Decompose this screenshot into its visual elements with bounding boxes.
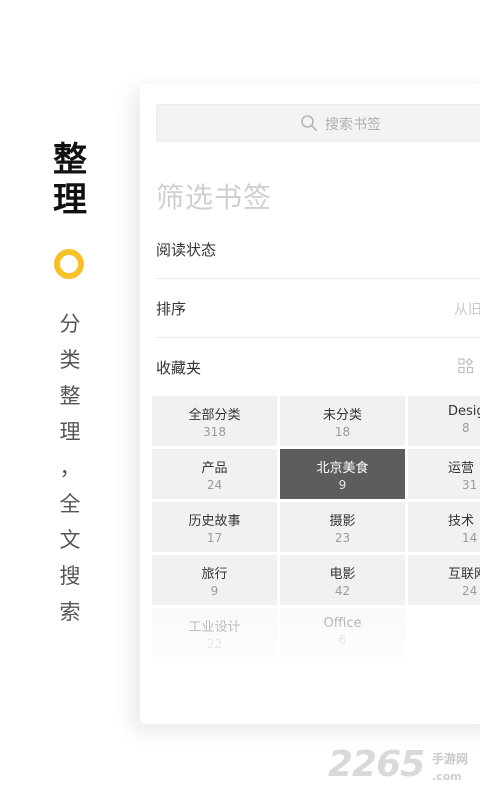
promo-subtitle-char: 分 <box>59 312 81 336</box>
folder-cell[interactable]: 工业设计 22 <box>152 608 277 658</box>
folder-count: 14 <box>462 531 478 545</box>
search-icon <box>301 115 317 131</box>
search-placeholder: 搜索书签 <box>325 117 381 133</box>
folder-count: 8 <box>462 421 470 435</box>
folder-cell[interactable]: 电影 42 <box>280 555 405 605</box>
folder-cell[interactable]: 产品 24 <box>152 449 277 499</box>
filter-row-folders[interactable]: 收藏夹 <box>156 338 480 396</box>
folder-cell[interactable]: 未分类 18 <box>280 396 405 446</box>
folder-cell[interactable]: 运营 31 <box>408 449 480 499</box>
promo-subtitle-char: 搜 <box>59 564 81 588</box>
folder-name: 工业设计 <box>188 620 241 635</box>
folder-cell[interactable]: 技术 14 <box>408 502 480 552</box>
folder-name: 技术 <box>448 514 475 529</box>
folder-count: 18 <box>334 425 351 439</box>
folder-cell[interactable]: 全部分类 318 <box>152 396 277 446</box>
app-screen: 搜索书签 筛选书签 阅读状态 排序 从旧 收藏夹 全部分类 318 未分类 18… <box>140 84 480 724</box>
folder-name: 电影 <box>329 567 356 582</box>
folder-cell[interactable]: 摄影 23 <box>280 502 405 552</box>
folder-count: 9 <box>210 584 219 598</box>
folder-name: 全部分类 <box>188 408 241 423</box>
folder-cell[interactable]: 历史故事 17 <box>152 502 277 552</box>
watermark-domain: .com <box>432 770 462 783</box>
folder-count: 23 <box>334 531 351 545</box>
row-label: 排序 <box>156 300 187 318</box>
folder-grid: 全部分类 318 未分类 18 Desig 8 产品 24 北京美食 9 运营 … <box>152 396 480 658</box>
promo-subtitle-char: 索 <box>59 600 81 624</box>
folder-count: 42 <box>334 584 351 598</box>
watermark-logo: 2265 手游网 .com <box>328 744 478 794</box>
row-label: 收藏夹 <box>156 359 202 377</box>
folder-count: 17 <box>206 531 223 545</box>
folder-name: 摄影 <box>329 514 356 529</box>
folder-name: Desig <box>448 404 480 419</box>
folder-name: 运营 <box>448 461 475 476</box>
folder-count: 24 <box>462 584 478 598</box>
filter-row-sort[interactable]: 排序 从旧 <box>156 279 480 338</box>
promo-title: 整 理 <box>50 140 90 220</box>
folder-name: 北京美食 <box>316 461 369 476</box>
promo-title-char: 理 <box>53 180 87 220</box>
sort-value: 从旧 <box>454 302 480 318</box>
search-bar[interactable]: 搜索书签 <box>156 104 480 142</box>
row-label: 阅读状态 <box>156 241 217 259</box>
folder-count: 6 <box>338 633 347 647</box>
folder-count: 9 <box>338 478 347 492</box>
promo-subtitle: 分 类 整 理 ， 全 文 搜 索 <box>55 306 85 630</box>
folder-count: 24 <box>206 478 223 492</box>
folder-name: Office <box>323 616 362 631</box>
folder-name: 未分类 <box>322 408 362 423</box>
folder-count: 318 <box>203 425 226 439</box>
watermark-chinese: 手游网 <box>432 752 469 766</box>
folder-cell[interactable]: Desig 8 <box>408 396 480 446</box>
folder-count: 31 <box>462 478 478 492</box>
folder-name: 旅行 <box>201 567 228 582</box>
folder-cell-selected[interactable]: 北京美食 9 <box>280 449 405 499</box>
folder-name: 历史故事 <box>188 514 241 529</box>
folder-cell[interactable]: 互联网 24 <box>408 555 480 605</box>
promo-subtitle-char: 文 <box>59 528 81 552</box>
folder-cell[interactable]: 旅行 9 <box>152 555 277 605</box>
promo-subtitle-char: ， <box>59 456 81 480</box>
filter-title: 筛选书签 <box>156 181 273 214</box>
promo-title-char: 整 <box>53 140 87 180</box>
folder-count: 22 <box>206 637 223 651</box>
grid-icon[interactable] <box>458 358 474 374</box>
folder-cell[interactable]: Office 6 <box>280 608 405 658</box>
promo-subtitle-char: 整 <box>59 384 81 408</box>
filter-row-read-status[interactable]: 阅读状态 <box>156 220 480 279</box>
promo-subtitle-char: 理 <box>59 420 81 444</box>
folder-name: 互联网 <box>448 567 480 582</box>
ring-icon <box>54 249 84 279</box>
promo-subtitle-char: 全 <box>59 492 81 516</box>
watermark-number: 2265 <box>328 744 425 785</box>
promo-subtitle-char: 类 <box>59 348 81 372</box>
folder-name: 产品 <box>201 461 228 476</box>
